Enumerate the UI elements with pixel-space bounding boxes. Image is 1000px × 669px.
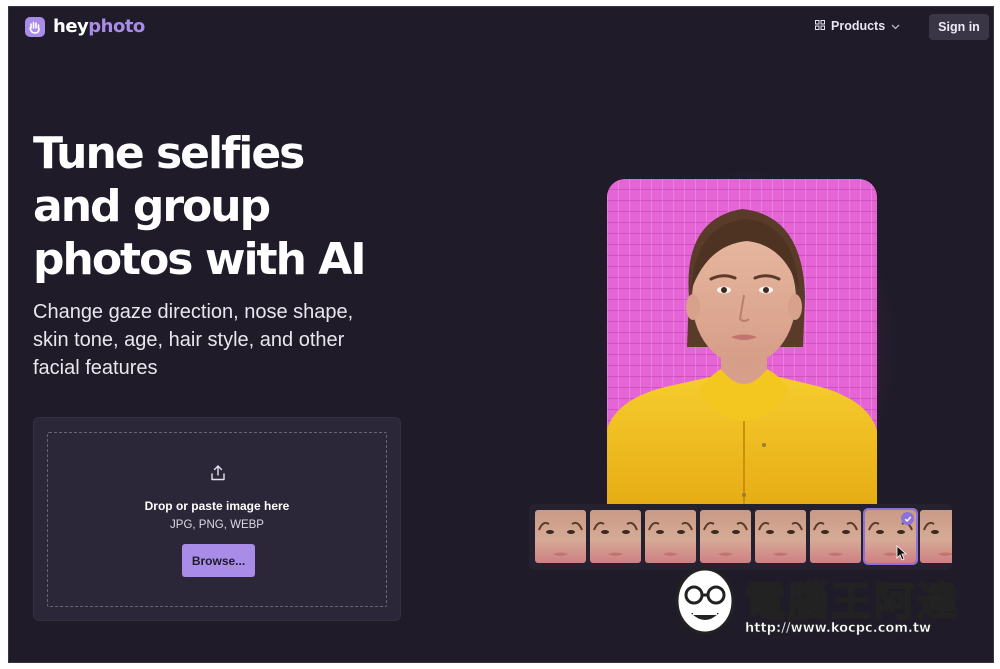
products-menu[interactable]: Products [815,19,900,33]
variation-thumbnail[interactable] [920,510,952,563]
grid-icon [815,19,825,33]
hand-logo-icon [25,16,45,37]
hero-title-line-2: and group [33,181,271,232]
variation-thumbnail[interactable] [755,510,806,563]
header: heyphoto Products Sign in [9,7,993,49]
variation-thumbnail[interactable] [700,510,751,563]
variation-thumbnails [529,504,952,570]
variation-thumbnail-selected[interactable] [863,508,918,565]
hero-subtitle: Change gaze direction, nose shape, skin … [33,301,354,379]
sample-portrait [607,179,877,505]
variation-thumbnail[interactable] [645,510,696,563]
watermark: 電腦王阿達 http://www.kocpc.com.tw [673,563,973,643]
variation-thumbnail[interactable] [810,510,861,563]
variation-thumbnail[interactable] [590,510,641,563]
app-window: heyphoto Products Sign in Tune selfies a… [8,6,994,663]
logo-text-photo: photo [88,16,145,37]
checkmark-icon [901,512,914,525]
logo-text-hey: hey [53,16,89,37]
dropzone[interactable]: Drop or paste image here JPG, PNG, WEBP … [47,432,387,607]
sign-in-button[interactable]: Sign in [929,14,989,40]
drop-title: Drop or paste image here [144,499,290,513]
hero-title: Tune selfies and group photos with AI [33,127,413,286]
upload-icon [208,463,228,483]
chevron-down-icon [891,19,900,33]
hero-title-line-1: Tune selfies [33,128,305,179]
watermark-text: 電腦王阿達 [744,578,960,626]
upload-card: Drop or paste image here JPG, PNG, WEBP … [33,417,401,621]
accepted-formats: JPG, PNG, WEBP [170,519,264,531]
mascot-icon [673,565,737,642]
hero-title-line-3: photos with AI [33,234,367,285]
watermark-url: http://www.kocpc.com.tw [745,621,932,637]
logo[interactable]: heyphoto [25,16,145,37]
variation-thumbnail[interactable] [535,510,586,563]
browse-button[interactable]: Browse... [182,544,255,577]
logo-wordmark: heyphoto [53,16,145,37]
products-label: Products [831,19,886,33]
